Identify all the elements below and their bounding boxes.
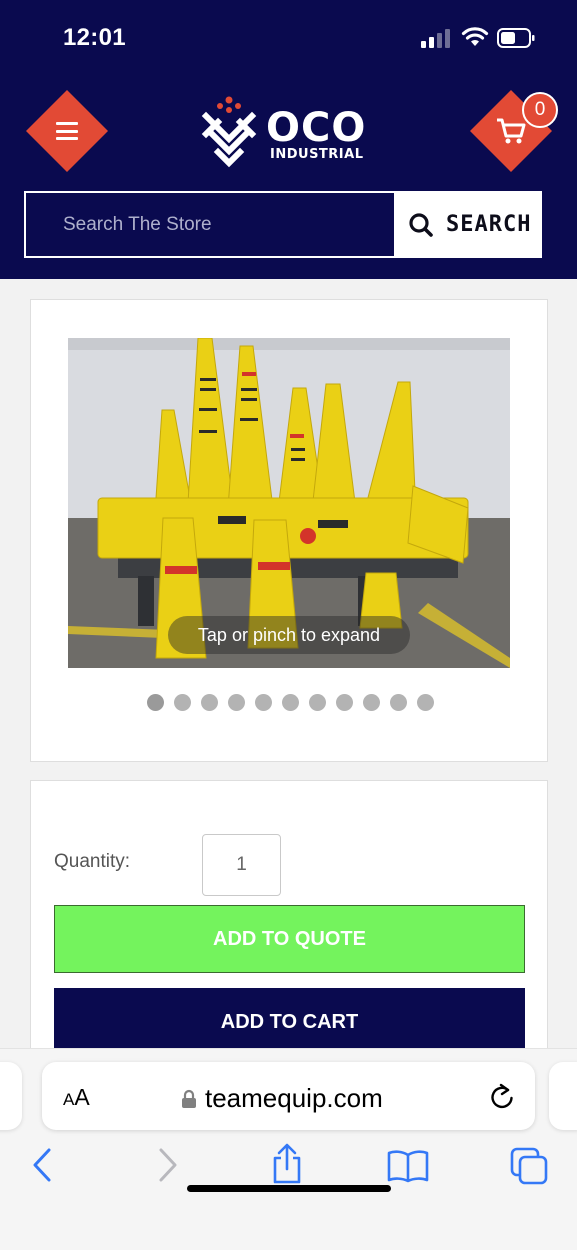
gallery-dot[interactable]: [417, 694, 434, 711]
url-text: teamequip.com: [205, 1083, 383, 1113]
gallery-dot[interactable]: [336, 694, 353, 711]
add-to-cart-button[interactable]: ADD TO CART: [54, 988, 525, 1056]
purchase-panel: Quantity: ADD TO QUOTE ADD TO CART: [30, 780, 548, 1080]
cellular-signal-icon: [421, 28, 451, 48]
shopping-cart-icon: [497, 118, 526, 144]
forward-icon[interactable]: [156, 1147, 180, 1183]
tabs-icon[interactable]: [510, 1147, 550, 1185]
gallery-dot[interactable]: [174, 694, 191, 711]
gallery-pagination: [147, 694, 434, 711]
next-tab-edge[interactable]: [549, 1062, 577, 1130]
quantity-input[interactable]: [202, 834, 281, 896]
cart-count-badge: 0: [522, 92, 558, 128]
menu-button[interactable]: [25, 89, 109, 173]
logo-subtext: INDUSTRIAL: [270, 147, 364, 162]
gallery-dot[interactable]: [228, 694, 245, 711]
search-icon: [409, 212, 433, 237]
wifi-icon: [461, 27, 489, 46]
product-image[interactable]: Tap or pinch to expand: [68, 338, 510, 668]
status-time: 12:01: [63, 24, 126, 51]
address-bar[interactable]: AA teamequip.com: [42, 1062, 535, 1130]
tap-to-expand-hint: Tap or pinch to expand: [168, 616, 410, 654]
product-gallery: Tap or pinch to expand: [30, 299, 548, 762]
hamburger-icon: [56, 122, 78, 140]
back-icon[interactable]: [30, 1147, 54, 1183]
store-search: SEARCH: [24, 191, 542, 258]
search-button-label: SEARCH: [446, 212, 532, 237]
safari-toolbar: AA teamequip.com: [0, 1048, 577, 1250]
gallery-dot[interactable]: [282, 694, 299, 711]
share-icon[interactable]: [270, 1143, 304, 1185]
search-button[interactable]: SEARCH: [394, 193, 540, 256]
gallery-dot[interactable]: [255, 694, 272, 711]
quantity-label: Quantity:: [54, 851, 131, 872]
oco-industrial-logo[interactable]: OCO INDUSTRIAL: [198, 94, 378, 168]
bookmarks-icon[interactable]: [386, 1149, 430, 1183]
gallery-dot[interactable]: [309, 694, 326, 711]
home-indicator[interactable]: [187, 1185, 391, 1192]
reload-icon[interactable]: [488, 1081, 516, 1111]
page-settings-button[interactable]: AA: [63, 1084, 90, 1111]
add-to-quote-button[interactable]: ADD TO QUOTE: [54, 905, 525, 973]
gallery-dot[interactable]: [201, 694, 218, 711]
search-input[interactable]: [26, 193, 394, 256]
gallery-dot[interactable]: [363, 694, 380, 711]
lock-icon: [182, 1089, 196, 1108]
battery-icon: [497, 28, 535, 48]
site-header: 12:01 OCO INDUSTRIAL 0 Search The Store …: [0, 0, 577, 279]
gallery-dot[interactable]: [390, 694, 407, 711]
logo-mark-icon: [201, 96, 257, 168]
logo-text: OCO: [266, 105, 367, 151]
previous-tab-edge[interactable]: [0, 1062, 22, 1130]
gallery-dot[interactable]: [147, 694, 164, 711]
